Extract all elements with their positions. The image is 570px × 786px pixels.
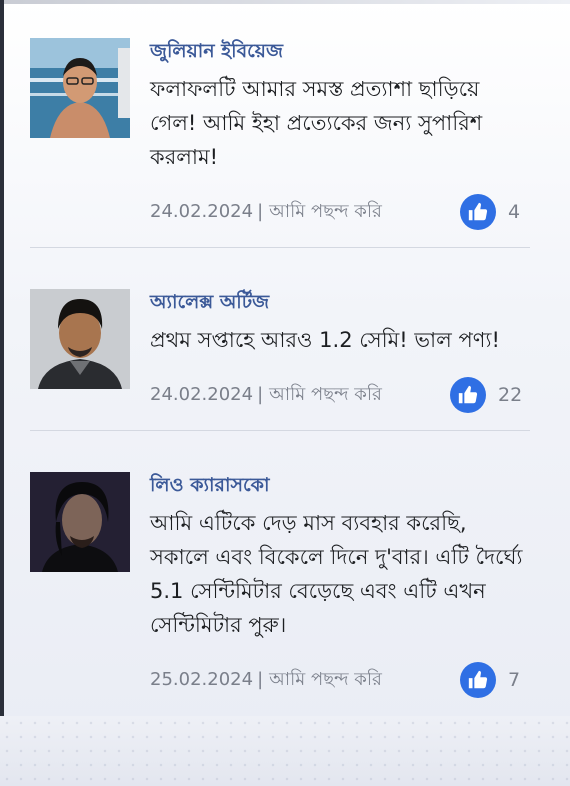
comment-text: ফলাফলটি আমার সমস্ত প্রত্যাশা ছাড়িয়ে গে… — [150, 77, 483, 169]
comment-date: 24.02.2024 — [150, 201, 254, 222]
like-button[interactable] — [460, 662, 496, 698]
comment-date: 25.02.2024 — [150, 669, 254, 690]
thumbs-up-icon — [468, 670, 488, 689]
top-edge — [0, 0, 570, 4]
comment-meta: 24.02.2024 | আমি পছন্দ করি 4 — [150, 192, 530, 232]
avatar-photo-pool — [30, 38, 130, 138]
comment-author[interactable]: অ্যালেক্স অর্টিজ — [150, 289, 530, 315]
comments-list: জুলিয়ান ইবিয়েজ ফলাফলটি আমার সমস্ত প্রত… — [30, 38, 530, 717]
comment-text: আমি এটিকে দেড় মাস ব্যবহার করেছি, সকালে … — [150, 511, 523, 637]
comment-meta: 25.02.2024 | আমি পছন্দ করি 7 — [150, 660, 530, 700]
separator: | — [257, 201, 264, 222]
separator: | — [257, 384, 264, 405]
comment-author[interactable]: লিও ক্যারাসকো — [150, 472, 530, 498]
like-link[interactable]: আমি পছন্দ করি — [269, 669, 382, 690]
separator: | — [257, 669, 264, 690]
comment-author[interactable]: জুলিয়ান ইবিয়েজ — [150, 38, 530, 64]
avatar-photo-dark — [30, 472, 130, 572]
like-count: 22 — [498, 384, 523, 406]
like-count: 7 — [508, 669, 521, 691]
comment-text: প্রথম সপ্তাহে আরও 1.2 সেমি! ভাল পণ্য! — [150, 328, 500, 352]
like-button[interactable] — [460, 194, 496, 230]
comment-item: জুলিয়ান ইবিয়েজ ফলাফলটি আমার সমস্ত প্রত… — [30, 38, 530, 248]
comment-date: 24.02.2024 — [150, 384, 254, 405]
thumbs-up-icon — [468, 202, 488, 221]
avatar[interactable] — [30, 38, 130, 138]
comment-meta: 24.02.2024 | আমি পছন্দ করি 22 — [150, 375, 530, 415]
like-link[interactable]: আমি পছন্দ করি — [269, 384, 382, 405]
avatar[interactable] — [30, 289, 130, 389]
left-edge — [0, 0, 4, 786]
comment-item: লিও ক্যারাসকো আমি এটিকে দেড় মাস ব্যবহার… — [30, 472, 530, 717]
like-count: 4 — [508, 201, 521, 223]
thumbs-up-icon — [458, 385, 478, 404]
like-link[interactable]: আমি পছন্দ করি — [269, 201, 382, 222]
comment-item: অ্যালেক্স অর্টিজ প্রথম সপ্তাহে আরও 1.2 স… — [30, 289, 530, 431]
like-button[interactable] — [450, 377, 486, 413]
bottom-pattern — [0, 716, 570, 786]
avatar-photo-man — [30, 289, 130, 389]
avatar[interactable] — [30, 472, 130, 572]
